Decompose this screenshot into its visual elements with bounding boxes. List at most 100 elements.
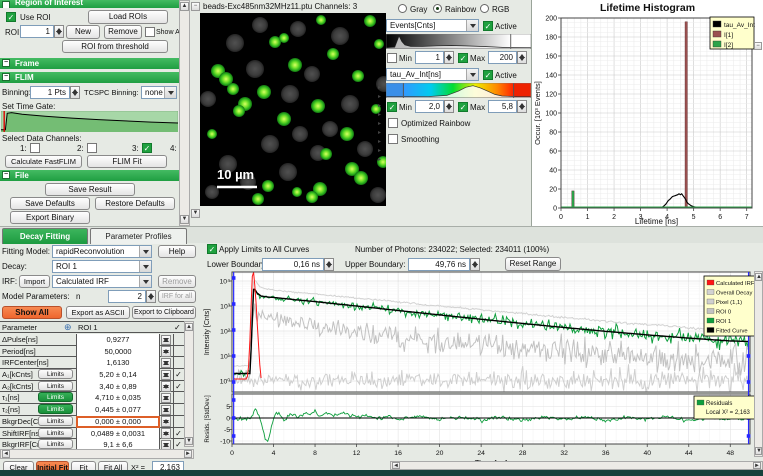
dropdown-arrow-icon[interactable] <box>139 276 151 287</box>
collapse-icon[interactable]: − <box>2 73 10 81</box>
splitter-arrow-icon[interactable]: ▸ <box>378 102 381 109</box>
load-rois-button[interactable]: Load ROIs <box>88 10 168 24</box>
splitter-arrow-icon[interactable]: ▸ <box>378 138 381 145</box>
limits-button[interactable]: Limits <box>38 404 73 414</box>
scroll-left-icon[interactable]: ◄ <box>2 450 10 458</box>
lifetime-min-stepper[interactable] <box>444 100 454 113</box>
limits-button[interactable]: Limits <box>38 392 73 402</box>
lifetime-max-stepper[interactable] <box>517 100 527 113</box>
param-checkbox[interactable] <box>173 357 183 369</box>
gray-radio[interactable] <box>398 4 407 13</box>
n-stepper[interactable] <box>146 290 156 303</box>
restore-defaults-button[interactable]: Restore Defaults <box>95 197 175 210</box>
param-stepper[interactable] <box>161 358 171 369</box>
splitter-arrow-icon[interactable]: ▸ <box>378 93 381 100</box>
param-stepper[interactable] <box>161 405 171 416</box>
collapse-icon[interactable]: − <box>2 171 10 179</box>
binning-stepper[interactable] <box>70 86 80 99</box>
image-panel-expand-icon[interactable]: ▼ <box>191 209 200 218</box>
tab-parameter-profiles[interactable]: Parameter Profiles <box>90 228 187 244</box>
param-checkbox[interactable] <box>173 334 183 346</box>
param-value[interactable]: 0,445 ± 0,077 <box>76 404 160 416</box>
lifetime-max-checkbox[interactable]: ✓ <box>458 102 468 112</box>
param-stepper[interactable] <box>161 335 171 346</box>
tab-decay-fitting[interactable]: Decay Fitting <box>2 228 88 244</box>
table-scrollbar[interactable]: ▲ ▼ <box>184 321 194 447</box>
export-clipboard-button[interactable]: Export to Clipboard <box>132 306 196 319</box>
intensity-gradient-bar[interactable] <box>386 34 531 49</box>
irf-for-all-button[interactable]: IRF for all <box>158 290 196 303</box>
param-stepper[interactable] <box>161 428 171 439</box>
intensity-min-input[interactable]: 1 <box>415 51 444 64</box>
save-defaults-button[interactable]: Save Defaults <box>10 197 90 210</box>
optimized-rainbow-checkbox[interactable] <box>388 118 398 128</box>
frame-section-header[interactable]: − Frame <box>0 58 179 69</box>
remove-roi-button[interactable]: Remove <box>104 25 142 39</box>
roi-number-stepper[interactable] <box>54 25 64 38</box>
param-checkbox[interactable] <box>173 404 183 416</box>
time-gate-chart[interactable] <box>1 111 178 132</box>
limits-button[interactable]: Limits <box>38 381 73 391</box>
param-value[interactable]: 0,000 ± 0,000 <box>76 416 160 428</box>
intensity-active-checkbox[interactable]: ✓ <box>483 21 493 31</box>
show-all-checkbox[interactable] <box>145 27 155 37</box>
tcspc-binning-select[interactable]: none <box>141 86 177 99</box>
collapse-icon[interactable] <box>2 1 10 8</box>
dropdown-arrow-icon[interactable] <box>466 20 478 31</box>
scroll-up-icon[interactable]: ▲ <box>755 273 762 281</box>
limits-button[interactable]: Limits <box>38 369 73 379</box>
dropdown-arrow-icon[interactable] <box>139 246 151 257</box>
decay-select[interactable]: ROI 1 <box>52 260 152 273</box>
param-checkbox[interactable] <box>173 416 183 428</box>
param-checkbox[interactable]: ✓ <box>173 381 183 393</box>
fitting-model-select[interactable]: rapidReconvolution <box>52 245 152 258</box>
n-input[interactable]: 2 <box>108 290 146 303</box>
save-result-button[interactable]: Save Result <box>45 183 135 196</box>
lifetime-max-input[interactable]: 5,8 <box>488 100 517 113</box>
dropdown-arrow-icon[interactable] <box>164 87 176 98</box>
histogram-scroll-icon[interactable]: − <box>754 42 762 50</box>
flim-image[interactable]: 10 µm <box>200 13 386 206</box>
limits-button[interactable]: Limits <box>38 439 73 449</box>
param-checkbox[interactable]: ✓ <box>173 369 183 381</box>
apply-limits-checkbox[interactable]: ✓ <box>207 244 217 254</box>
image-panel-collapse-icon[interactable]: − <box>191 2 200 11</box>
param-checkbox[interactable] <box>173 346 183 358</box>
param-checkbox[interactable]: ✓ <box>173 428 183 440</box>
table-hscrollbar[interactable]: ◄ ► <box>0 449 194 459</box>
dropdown-arrow-icon[interactable] <box>139 261 151 272</box>
scroll-up-icon[interactable]: ▲ <box>180 2 189 11</box>
irf-remove-button[interactable]: Remove <box>158 275 196 288</box>
lifetime-min-checkbox[interactable]: ✓ <box>387 102 397 112</box>
scroll-up-icon[interactable]: ▲ <box>185 323 193 331</box>
file-section-header[interactable]: − File <box>0 170 179 181</box>
roi-section-header[interactable]: Region of Interest <box>0 0 179 8</box>
param-checkbox[interactable] <box>173 392 183 404</box>
param-value[interactable]: 0,9277 <box>76 334 160 346</box>
reset-range-button[interactable]: Reset Range <box>505 257 561 271</box>
scroll-left-icon[interactable]: ◄ <box>392 462 400 469</box>
smoothing-checkbox[interactable] <box>388 134 398 144</box>
splitter-arrow-icon[interactable]: ▸ <box>378 156 381 163</box>
flim-section-header[interactable]: − FLIM <box>0 72 179 83</box>
param-stepper[interactable] <box>161 393 171 404</box>
splitter-arrow-icon[interactable]: ▸ <box>378 120 381 127</box>
intensity-max-input[interactable]: 200 <box>488 51 517 64</box>
plot-vscrollbar[interactable]: ▲ ▼ <box>754 271 763 457</box>
lifetime-gradient-bar[interactable] <box>386 83 531 98</box>
use-roi-checkbox[interactable]: ✓ <box>6 12 16 22</box>
param-value[interactable]: 4,710 ± 0,035 <box>76 392 160 404</box>
scroll-down-icon[interactable]: ▼ <box>180 215 189 224</box>
intensity-max-stepper[interactable] <box>517 51 527 64</box>
scroll-down-icon[interactable]: ▼ <box>755 447 762 455</box>
param-stepper[interactable] <box>161 381 171 392</box>
collapse-icon[interactable]: − <box>2 59 10 67</box>
intensity-min-checkbox[interactable] <box>387 53 397 63</box>
lifetime-active-checkbox[interactable]: ✓ <box>483 70 493 80</box>
param-value[interactable]: 1,6130 <box>76 357 160 369</box>
splitter-arrow-icon[interactable]: ▸ <box>378 111 381 118</box>
irf-import-button[interactable]: Import <box>19 275 50 288</box>
export-binary-button[interactable]: Export Binary <box>10 211 90 224</box>
param-value[interactable]: 3,40 ± 0,89 <box>76 381 160 393</box>
intensity-min-stepper[interactable] <box>444 51 454 64</box>
